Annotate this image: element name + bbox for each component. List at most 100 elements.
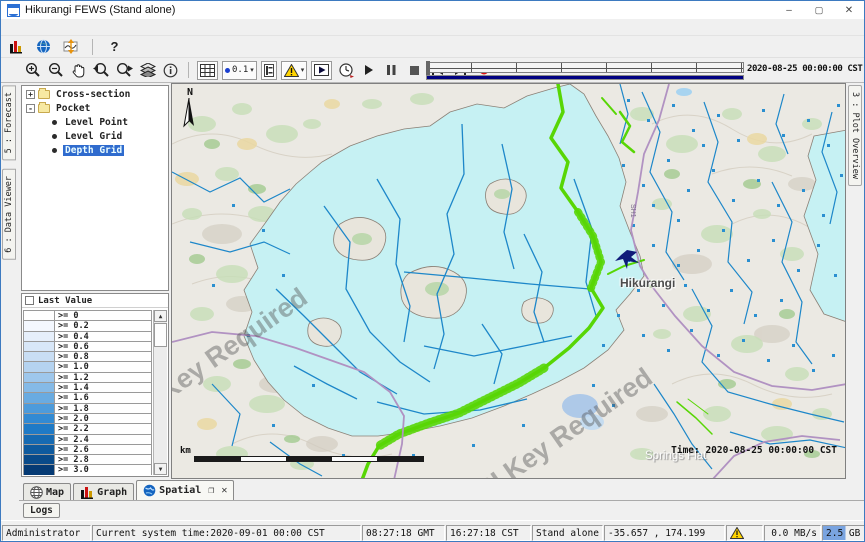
legend-color-swatch	[23, 413, 55, 423]
menu-item[interactable]	[1, 26, 17, 28]
scroll-up-icon[interactable]: ▲	[154, 310, 167, 322]
legend-color-swatch	[23, 464, 55, 474]
map-graphics: SH1	[172, 84, 846, 479]
tree-item-label[interactable]: Level Grid	[63, 131, 124, 142]
layer-tree: + Cross-section - Pocket Level Point Lev…	[21, 85, 169, 291]
timeline-thumb[interactable]	[426, 61, 430, 75]
legend-class-label: >= 2.2	[55, 423, 152, 433]
timeline-slider[interactable]	[426, 62, 744, 73]
tree-node-icon	[52, 120, 57, 125]
graph-display-icon[interactable]	[7, 38, 26, 56]
legend-color-swatch	[23, 403, 55, 413]
longitudinal-profile-button[interactable]	[261, 61, 277, 80]
tree-item-label[interactable]: Depth Grid	[63, 145, 124, 156]
tree-item-label[interactable]: Pocket	[54, 103, 92, 114]
legend-row[interactable]: >= 2.4	[23, 434, 152, 444]
thresholds-dropdown[interactable]: ▾	[281, 61, 308, 80]
tree-expander-icon[interactable]: -	[26, 104, 35, 113]
tab-spatial[interactable]: Spatial ❐ ✕	[136, 480, 234, 500]
legend-row[interactable]: >= 1.2	[23, 372, 152, 382]
tree-item[interactable]: + Cross-section	[26, 88, 168, 100]
legend-title: Last Value	[38, 296, 92, 306]
animation-window-button[interactable]	[311, 61, 332, 80]
zoom-out-icon[interactable]	[46, 61, 65, 79]
close-button[interactable]: ✕	[834, 1, 864, 19]
maximize-button[interactable]: ▢	[804, 1, 834, 19]
status-user: Administrator	[2, 525, 91, 541]
tree-item-label[interactable]: Cross-section	[54, 89, 132, 100]
legend-color-swatch	[23, 372, 55, 382]
toolbar-separator	[188, 62, 189, 78]
menu-item[interactable]	[49, 26, 65, 28]
menu-item[interactable]	[33, 26, 49, 28]
info-icon[interactable]	[161, 61, 180, 79]
legend-row[interactable]: >= 2.0	[23, 413, 152, 423]
legend-row[interactable]: >= 1.8	[23, 403, 152, 413]
tab-forecast[interactable]: 5 : Forecast	[2, 85, 16, 160]
legend-row[interactable]: >= 2.2	[23, 423, 152, 433]
legend-class-list: >= 0 >= 0.2 >= 0.4 >= 0.6 >= 0.8 >= 1.0	[23, 310, 152, 475]
status-coordinates: -35.657 , 174.199	[604, 525, 725, 541]
legend-row[interactable]: >= 0.2	[23, 320, 152, 330]
menu-item[interactable]	[17, 26, 33, 28]
legend-row[interactable]: >= 0	[23, 310, 152, 320]
legend-color-swatch	[23, 434, 55, 444]
status-system-time: Current system time:2020-09-01 00:00 CST	[92, 525, 361, 541]
legend-row[interactable]: >= 2.8	[23, 454, 152, 464]
tree-item-label[interactable]: Level Point	[63, 117, 130, 128]
minimize-button[interactable]: –	[774, 1, 804, 19]
tree-item[interactable]: Level Point	[26, 116, 168, 128]
legend-row[interactable]: >= 1.4	[23, 382, 152, 392]
map-canvas[interactable]: SH1 API Key Required API Key Required N …	[171, 83, 846, 479]
legend-color-swatch	[23, 382, 55, 392]
legend-scrollbar[interactable]: ▲ ▼	[153, 310, 167, 475]
main-toolbar: ?	[1, 36, 864, 58]
scroll-down-icon[interactable]: ▼	[154, 463, 167, 475]
legend-color-swatch	[23, 454, 55, 464]
animation-clock-icon[interactable]	[336, 61, 355, 79]
tab-close-icon[interactable]: ✕	[221, 485, 227, 496]
tree-item[interactable]: Level Grid	[26, 130, 168, 142]
status-mode: Stand alone	[532, 525, 603, 541]
layers-icon[interactable]	[138, 61, 157, 79]
tree-item[interactable]: Depth Grid	[26, 144, 168, 156]
tab-plot-overview[interactable]: 3 : Plot Overview	[848, 85, 862, 186]
pan-hand-icon[interactable]	[69, 61, 88, 79]
legend-row[interactable]: >= 0.8	[23, 351, 152, 361]
north-label: N	[182, 87, 198, 98]
map-display-icon[interactable]	[34, 38, 53, 56]
tab-map[interactable]: Map	[23, 483, 71, 500]
tree-expander-icon[interactable]: +	[26, 90, 35, 99]
scale-tick-labels	[194, 446, 424, 456]
scale-unit-label: km	[180, 446, 191, 456]
tab-graph[interactable]: Graph	[73, 483, 134, 500]
zoom-in-icon[interactable]	[23, 61, 42, 79]
legend-row[interactable]: >= 1.6	[23, 392, 152, 402]
status-network-rate: 0.0 MB/s	[764, 525, 821, 541]
grid-display-button[interactable]	[197, 61, 218, 80]
last-value-checkbox[interactable]	[25, 296, 34, 305]
tree-node-icon	[52, 134, 57, 139]
legend-color-swatch	[23, 331, 55, 341]
legend-row[interactable]: >= 0.4	[23, 331, 152, 341]
scrollbar-thumb[interactable]	[154, 323, 167, 347]
logs-button[interactable]: Logs	[23, 503, 60, 518]
profile-display-icon[interactable]	[61, 38, 80, 56]
tree-item[interactable]: - Pocket	[26, 102, 168, 114]
play-icon[interactable]	[359, 61, 378, 79]
tab-data-viewer[interactable]: 6 : Data Viewer	[2, 169, 16, 260]
classification-dropdown[interactable]: 0.1 ▾	[222, 61, 257, 80]
legend-row[interactable]: >= 1.0	[23, 361, 152, 371]
zoom-next-icon[interactable]	[115, 61, 134, 79]
legend-row[interactable]: >= 3.0	[23, 464, 152, 474]
bar-chart-icon	[80, 486, 94, 499]
status-warning-cell[interactable]	[726, 525, 763, 541]
zoom-previous-icon[interactable]	[92, 61, 111, 79]
legend-class-label: >= 1.6	[55, 392, 152, 402]
tab-restore-icon[interactable]: ❐	[208, 485, 214, 496]
stop-icon[interactable]	[405, 61, 424, 79]
legend-row[interactable]: >= 2.6	[23, 444, 152, 454]
help-icon[interactable]: ?	[105, 38, 124, 56]
legend-row[interactable]: >= 0.6	[23, 341, 152, 351]
pause-icon[interactable]	[382, 61, 401, 79]
